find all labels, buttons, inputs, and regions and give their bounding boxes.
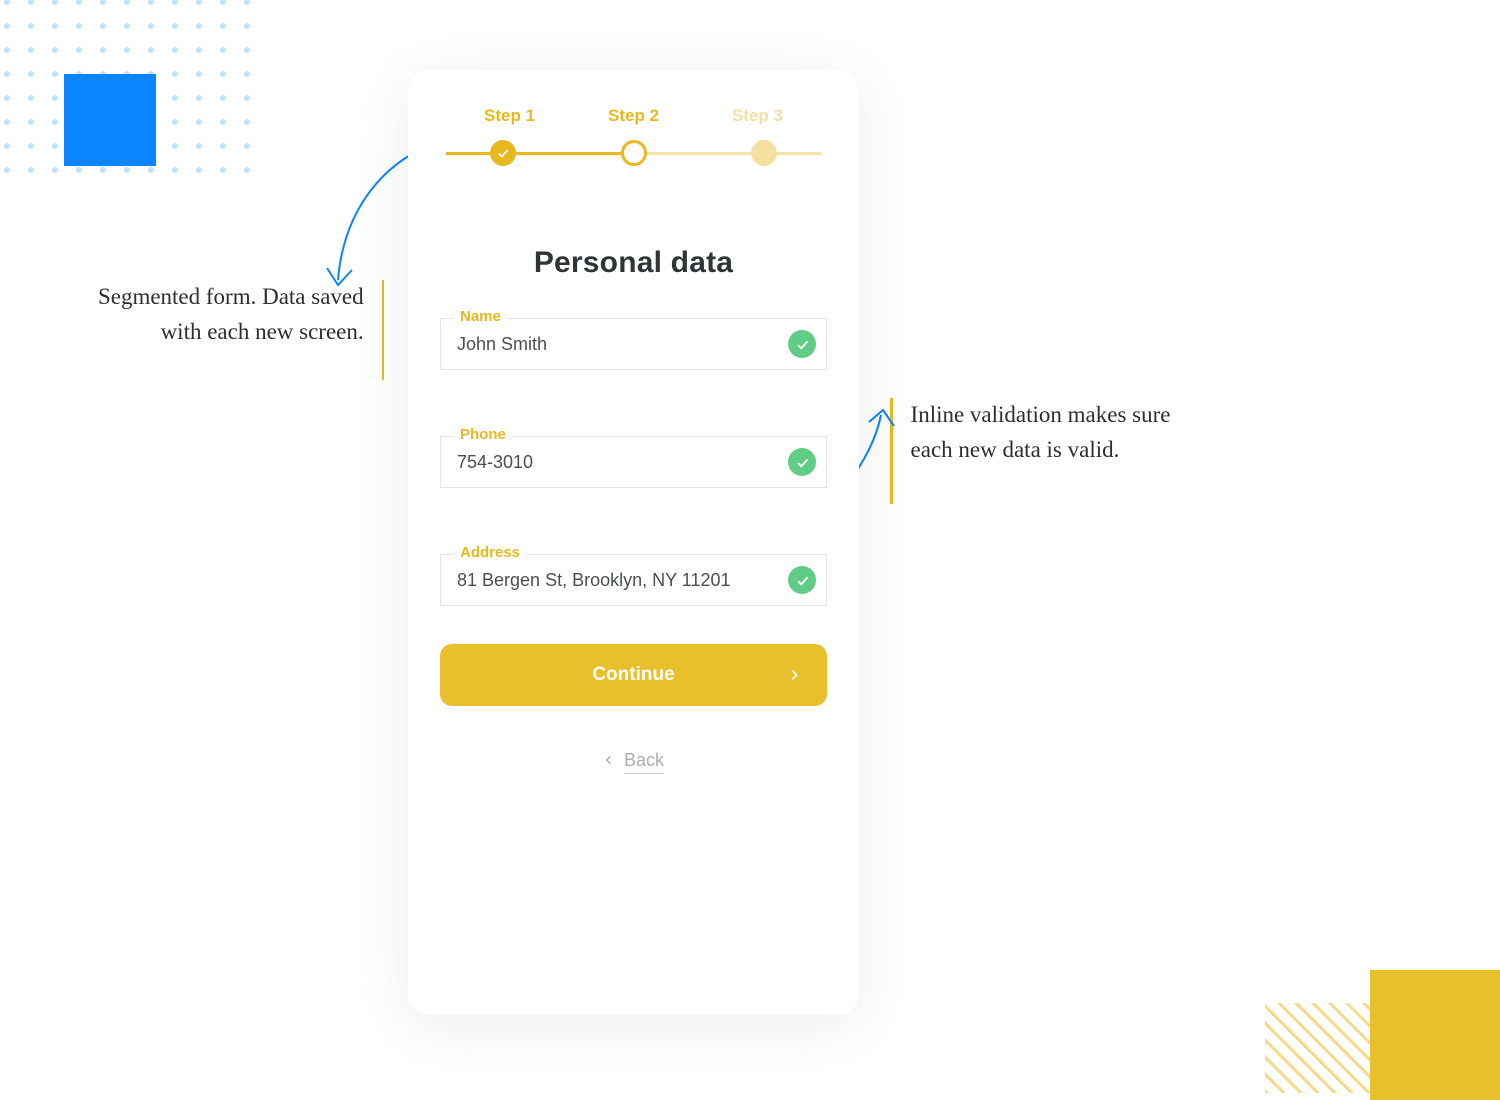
track-segment-inactive bbox=[634, 152, 822, 155]
annotation-left-text: Segmented form. Data saved with each new… bbox=[84, 280, 364, 349]
phone-value: 754-3010 bbox=[457, 452, 782, 473]
address-field: Address 81 Bergen St, Brooklyn, NY 11201 bbox=[440, 554, 827, 606]
phone-field: Phone 754-3010 bbox=[440, 436, 827, 488]
valid-check-icon bbox=[788, 566, 816, 594]
annotation-right-text: Inline validation makes sure each new da… bbox=[911, 398, 1210, 467]
valid-check-icon bbox=[788, 448, 816, 476]
name-field: Name John Smith bbox=[440, 318, 827, 370]
back-link[interactable]: Back bbox=[426, 750, 841, 774]
stepper: Step 1 Step 2 Step 3 bbox=[446, 106, 821, 176]
step-1-label[interactable]: Step 1 bbox=[484, 106, 535, 126]
name-value: John Smith bbox=[457, 334, 782, 355]
step-3-dot[interactable] bbox=[751, 140, 777, 166]
checkmark-icon bbox=[496, 146, 510, 160]
form-title: Personal data bbox=[426, 246, 841, 280]
name-label: Name bbox=[454, 308, 507, 325]
annotation-bar bbox=[382, 280, 384, 380]
chevron-right-icon bbox=[788, 665, 801, 685]
chevron-left-icon bbox=[603, 752, 614, 773]
decorative-yellow-rect bbox=[1370, 970, 1500, 1100]
phone-label: Phone bbox=[454, 426, 512, 443]
continue-label: Continue bbox=[592, 664, 674, 686]
decorative-blue-square bbox=[64, 74, 156, 166]
step-2-dot[interactable] bbox=[621, 140, 647, 166]
address-label: Address bbox=[454, 544, 526, 561]
track-segment-active bbox=[446, 152, 634, 155]
annotation-bar bbox=[890, 398, 893, 504]
step-1-dot[interactable] bbox=[490, 140, 516, 166]
continue-button[interactable]: Continue bbox=[440, 644, 827, 706]
valid-check-icon bbox=[788, 330, 816, 358]
address-value: 81 Bergen St, Brooklyn, NY 11201 bbox=[457, 570, 782, 591]
step-3-label[interactable]: Step 3 bbox=[732, 106, 783, 126]
back-label: Back bbox=[624, 750, 664, 774]
phone-input[interactable]: 754-3010 bbox=[440, 436, 827, 488]
annotation-left: Segmented form. Data saved with each new… bbox=[84, 280, 384, 380]
address-input[interactable]: 81 Bergen St, Brooklyn, NY 11201 bbox=[440, 554, 827, 606]
name-input[interactable]: John Smith bbox=[440, 318, 827, 370]
form-card: Step 1 Step 2 Step 3 Personal data Name … bbox=[408, 70, 859, 1015]
step-2-label[interactable]: Step 2 bbox=[608, 106, 659, 126]
annotation-right: Inline validation makes sure each new da… bbox=[890, 398, 1210, 504]
